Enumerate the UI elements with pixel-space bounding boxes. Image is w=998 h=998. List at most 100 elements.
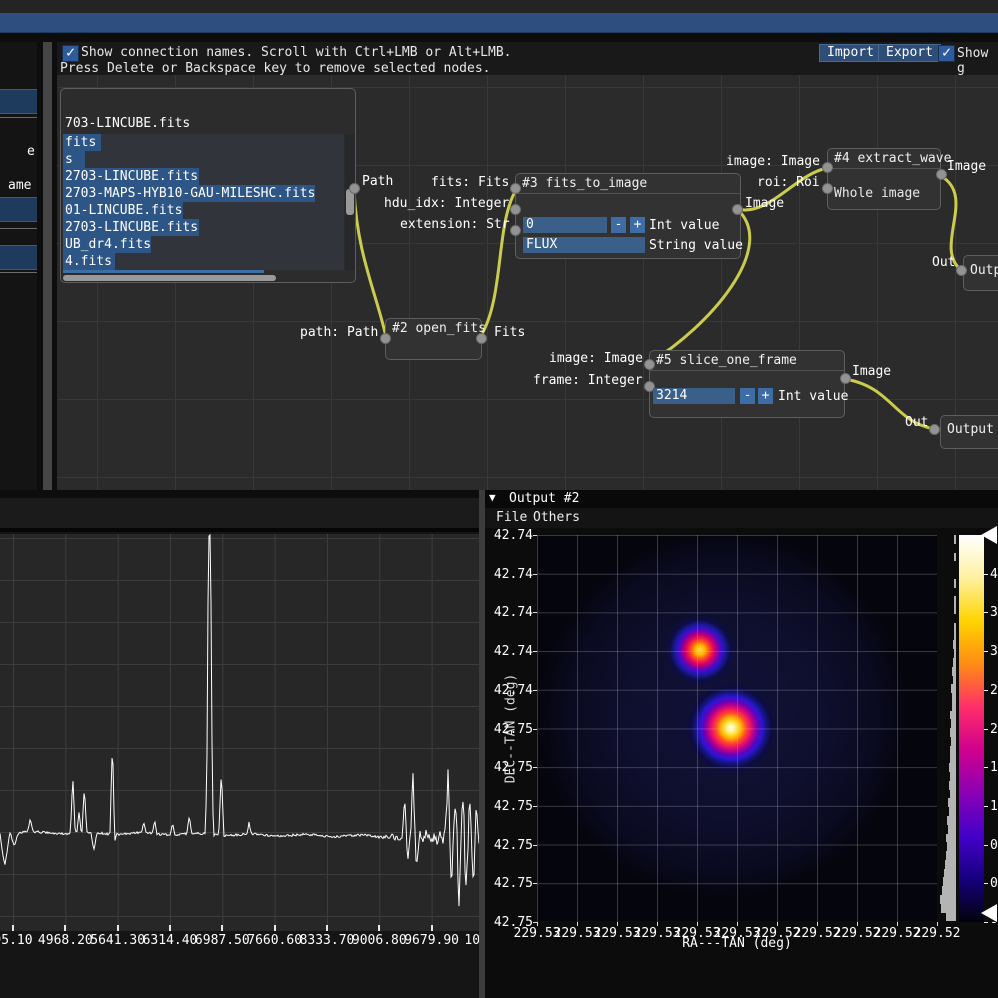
port-ew-roi-in[interactable]	[822, 183, 833, 194]
file-node-titlebar[interactable]	[61, 89, 355, 93]
port-f2i-hdu-in[interactable]	[510, 204, 521, 215]
file-list-item[interactable]: 4.fits	[63, 253, 344, 270]
file-list-item-selection[interactable]: 2703-LINCUBE.fits	[63, 219, 199, 236]
port-f2i-fits-in[interactable]	[510, 183, 521, 194]
wire-path-to-openfits[interactable]	[354, 190, 386, 337]
port-openfits-fits-out[interactable]	[476, 333, 487, 344]
menu-file[interactable]: File	[496, 510, 527, 525]
node-title[interactable]: #4 extract_wave	[828, 149, 940, 169]
histogram-bar	[942, 886, 956, 895]
colorbar[interactable]	[959, 535, 984, 922]
file-list-item-selection[interactable]: fits	[63, 134, 101, 151]
spectrum-x-tick	[64, 925, 66, 931]
sidebar-item[interactable]	[0, 245, 37, 270]
histogram-bar	[954, 553, 956, 562]
slice-int-plus-button[interactable]: +	[758, 388, 773, 404]
file-list-item[interactable]: UB_dr4.fits	[63, 236, 344, 253]
node-title[interactable]: #5 slice_one_frame	[650, 351, 844, 371]
vertical-splitter[interactable]	[43, 42, 52, 490]
node-output2[interactable]: Output #	[940, 415, 998, 449]
file-list-item-selection[interactable]: 2703-MAPS-HYB10-GAU-MILESHC.fits	[63, 185, 315, 202]
node-output1[interactable]: Outp	[963, 255, 998, 291]
spectrum-x-tick-label: 8333.70	[300, 933, 355, 948]
export-button[interactable]: Export	[878, 44, 941, 62]
slice-int-minus-button[interactable]: -	[740, 388, 755, 404]
f2i-string-label: String value	[649, 238, 743, 253]
heatmap-x-tick	[857, 922, 858, 926]
port-ew-image-out[interactable]	[936, 169, 947, 180]
slice-int-label: Int value	[778, 389, 848, 404]
heatmap-x-tick-label: 229.52	[914, 926, 961, 941]
import-button[interactable]: Import	[819, 44, 882, 62]
port-openfits-path-in[interactable]	[380, 333, 391, 344]
heatmap-y-tick-label: 42.75	[489, 838, 533, 853]
file-list-item-selection[interactable]: UB_dr4.fits	[63, 236, 151, 253]
heatmap-y-tick-label: 42.75	[489, 876, 533, 891]
histogram-bar	[948, 825, 956, 834]
histogram-bar	[941, 904, 956, 913]
file-list-item[interactable]: 2703-LINCUBE.fits	[63, 168, 344, 185]
histogram-bar	[945, 860, 956, 869]
file-list-item[interactable]: s	[63, 151, 344, 168]
node-slice-one-frame[interactable]: #5 slice_one_frame	[649, 350, 845, 418]
file-list-item[interactable]: fits	[63, 134, 344, 151]
f2i-string-field[interactable]: FLUX	[523, 237, 645, 253]
output2-header[interactable]: ▼ Output #2	[485, 490, 998, 508]
port-output2-in[interactable]	[929, 424, 940, 435]
port-label: frame: Integer	[533, 373, 643, 388]
histogram-bar	[954, 579, 956, 588]
port-f2i-image-out[interactable]	[732, 204, 743, 215]
colorbar-tick	[984, 806, 988, 807]
histogram-bar	[949, 807, 956, 816]
f2i-int-plus-button[interactable]: +	[630, 217, 645, 233]
show-connection-names-checkbox[interactable]: ✓	[62, 45, 79, 62]
spectrum-plot[interactable]	[0, 534, 479, 931]
heatmap-grid	[537, 535, 937, 922]
file-list-vscrollbar-track[interactable]	[345, 134, 355, 270]
node-title[interactable]: #2 open_fits	[386, 319, 481, 338]
sidebar-item[interactable]	[0, 89, 37, 114]
extract-wave-mode[interactable]: Whole image	[834, 186, 920, 201]
node-extract-wave[interactable]: #4 extract_wave Whole image	[827, 148, 941, 210]
show-grid-checkbox[interactable]: ✓	[938, 45, 955, 62]
node-open-fits[interactable]: #2 open_fits	[385, 318, 482, 360]
colorbar-tick	[984, 690, 988, 691]
file-list-hscrollbar-thumb[interactable]	[63, 275, 276, 281]
file-combobox-value[interactable]: 703-LINCUBE.fits	[65, 116, 190, 131]
sidebar-item[interactable]	[0, 197, 37, 222]
file-list-item-selection[interactable]: 2703-LINCUBE.fits	[63, 168, 199, 185]
heatmap-image[interactable]	[537, 535, 937, 922]
port-output1-in[interactable]	[956, 265, 967, 276]
node-file-picker[interactable]: 703-LINCUBE.fits fitss2703-LINCUBE.fits2…	[60, 88, 356, 283]
file-list-item-selection[interactable]: 4.fits	[63, 253, 115, 270]
file-list-item-selection[interactable]: s	[63, 151, 85, 168]
file-list-item[interactable]: 01-LINCUBE.fits	[63, 202, 344, 219]
colorbar-max-handle-icon[interactable]	[981, 526, 997, 544]
f2i-int-minus-button[interactable]: -	[611, 217, 626, 233]
spectrum-panel-header[interactable]	[0, 498, 479, 532]
file-list-item[interactable]: 2703-LINCUBE.fits	[63, 219, 344, 236]
collapse-triangle-icon[interactable]: ▼	[489, 491, 496, 504]
colorbar-min-handle-icon[interactable]	[981, 904, 997, 922]
histogram-bar	[953, 676, 956, 685]
f2i-int-field[interactable]: 0	[523, 217, 607, 233]
slice-int-field[interactable]: 3214	[653, 388, 735, 404]
window-titlebar[interactable]	[0, 13, 998, 33]
file-list-item[interactable]: 2703-MAPS-HYB10-GAU-MILESHC.fits	[63, 185, 344, 202]
toolbar-hint-line2: Press Delete or Backspace key to remove …	[60, 61, 490, 76]
node-title[interactable]: Outp	[964, 256, 998, 280]
menu-others[interactable]: Others	[533, 510, 580, 525]
node-title[interactable]: #3 fits_to_image	[516, 174, 740, 194]
port-slice-image-in[interactable]	[644, 359, 655, 370]
output2-title: Output #2	[509, 491, 579, 506]
file-list[interactable]: fitss2703-LINCUBE.fits2703-MAPS-HYB10-GA…	[63, 134, 344, 270]
node-title[interactable]: Output #	[941, 416, 998, 439]
port-slice-image-out[interactable]	[840, 373, 851, 384]
node-canvas[interactable]: 703-LINCUBE.fits fitss2703-LINCUBE.fits2…	[57, 75, 998, 490]
port-f2i-ext-in[interactable]	[510, 225, 521, 236]
file-list-item-selection[interactable]: 01-LINCUBE.fits	[63, 202, 183, 219]
port-filepicker-out[interactable]	[349, 183, 360, 194]
port-label-path: Path	[362, 174, 393, 189]
port-label: Out	[932, 255, 955, 270]
port-ew-image-in[interactable]	[822, 162, 833, 173]
